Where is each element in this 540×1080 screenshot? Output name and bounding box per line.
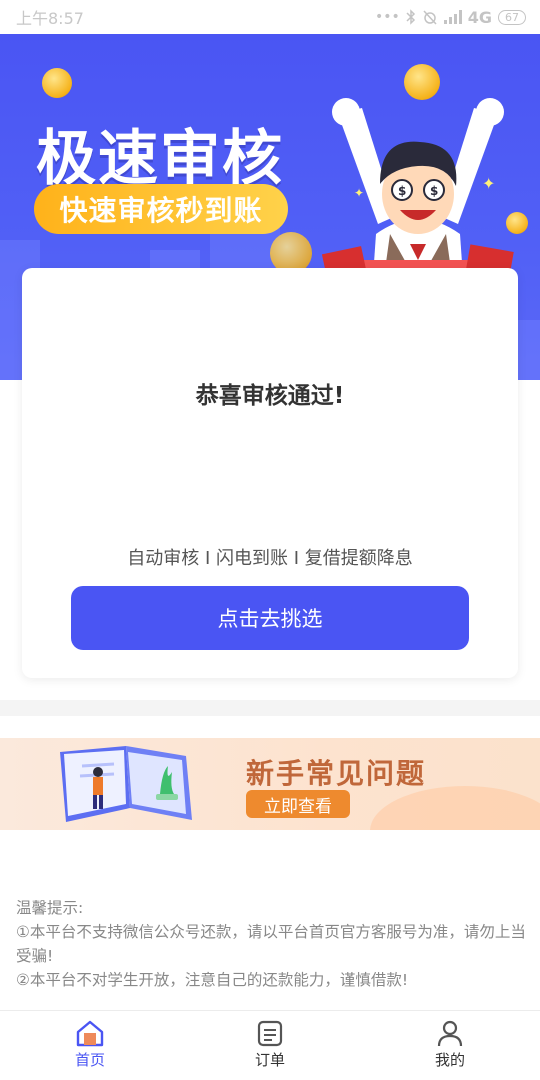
svg-text:$: $ [398, 184, 406, 198]
tab-profile[interactable]: 我的 [360, 1011, 540, 1080]
section-divider [0, 700, 540, 716]
faq-banner[interactable]: 新手常见问题 立即查看 [0, 738, 540, 830]
network-type: 4G [467, 7, 492, 27]
battery-level: 67 [505, 10, 519, 24]
bottom-tab-bar: 首页 订单 我的 [0, 1010, 540, 1080]
tab-label: 订单 [254, 1051, 285, 1069]
tab-label: 首页 [74, 1051, 105, 1069]
dots-icon: ••• [374, 9, 400, 25]
order-icon [257, 1020, 283, 1047]
go-select-button[interactable]: 点击去挑选 [71, 586, 469, 650]
hero-subtitle-pill: 快速审核秒到账 [34, 184, 288, 234]
tab-label: 我的 [434, 1051, 465, 1069]
coin-icon [42, 68, 72, 98]
status-time: 上午8:57 [16, 9, 84, 28]
home-icon [76, 1020, 104, 1047]
bluetooth-icon [406, 9, 415, 25]
status-bar: 上午8:57 ••• 4G 67 [0, 0, 540, 34]
tab-orders[interactable]: 订单 [180, 1011, 360, 1080]
battery-icon: 67 [498, 9, 526, 25]
view-now-button[interactable]: 立即查看 [246, 790, 350, 818]
approval-title: 恭喜审核通过! [195, 383, 345, 409]
signal-icon [443, 10, 462, 24]
tab-home[interactable]: 首页 [0, 1011, 180, 1080]
result-card: 恭喜审核通过! 自动审核 I 闪电到账 I 复借提额降息 点击去挑选 [22, 268, 518, 678]
faq-title: 新手常见问题 [246, 757, 427, 790]
tips-line-1: ①本平台不支持微信公众号还款，请以平台首页官方客服号为准，请勿上当受骗! [16, 923, 526, 965]
tips-heading: 温馨提示: [16, 899, 84, 917]
svg-text:$: $ [430, 184, 438, 198]
alarm-off-icon [423, 10, 437, 25]
tips-line-2: ②本平台不对学生开放，注意自己的还款能力，谨慎借款! [16, 971, 409, 989]
book-illustration [60, 746, 192, 822]
tips-section: 温馨提示: ①本平台不支持微信公众号还款，请以平台首页官方客服号为准，请勿上当受… [16, 896, 526, 992]
decor-shape [370, 786, 540, 830]
status-icons: ••• 4G 67 [375, 8, 526, 27]
profile-icon [437, 1020, 463, 1047]
feature-list: 自动审核 I 闪电到账 I 复借提额降息 [127, 548, 413, 569]
